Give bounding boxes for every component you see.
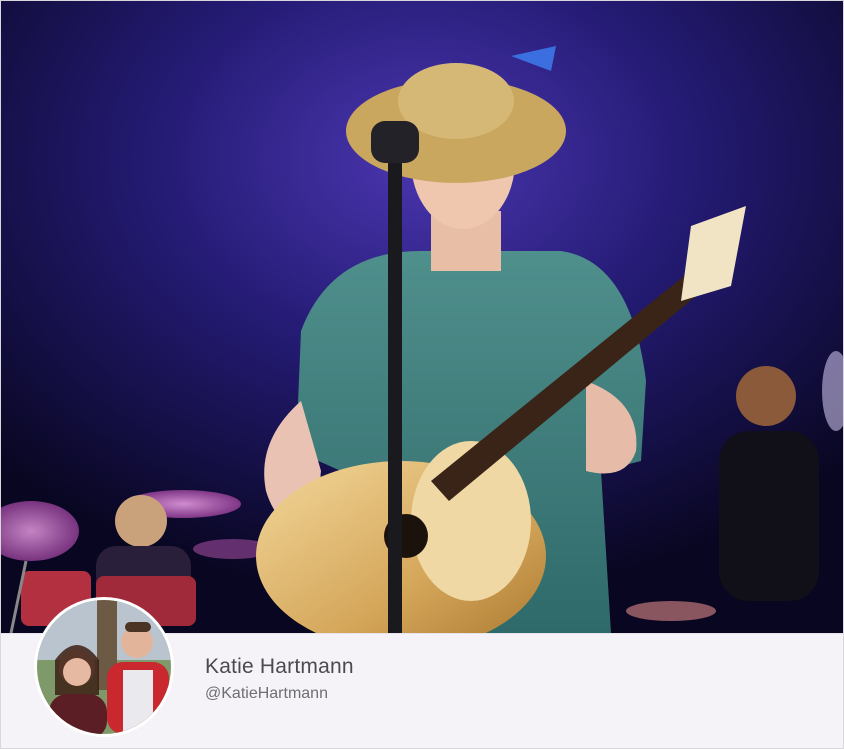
post-photo[interactable] <box>1 1 843 633</box>
profile-avatar[interactable] <box>37 600 171 734</box>
user-display-name[interactable]: Katie Hartmann <box>205 655 354 679</box>
user-handle[interactable]: @KatieHartmann <box>205 685 328 703</box>
concert-photo-illustration <box>1 1 843 633</box>
avatar-photo <box>37 600 171 734</box>
post-card: Katie Hartmann @KatieHartmann <box>0 0 844 749</box>
